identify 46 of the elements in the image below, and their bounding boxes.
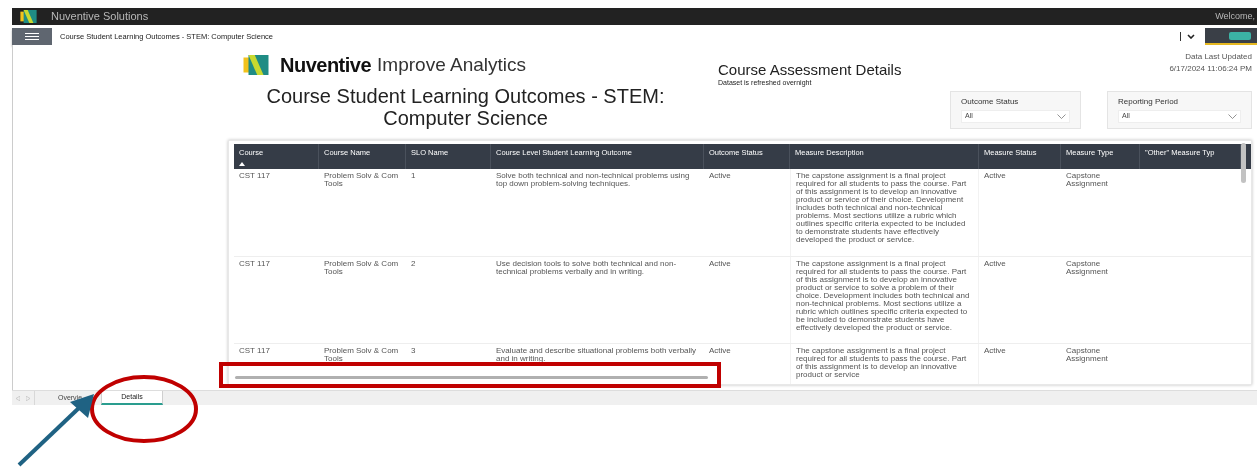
table-cell-text: Use decision tools to solve both technical and non-technical problems verbally and in writing. xyxy=(496,260,678,276)
table-cell-text: CST 117 xyxy=(239,347,271,355)
toolbar-button[interactable] xyxy=(1229,31,1251,40)
horizontal-scrollbar[interactable] xyxy=(235,376,708,379)
table-cell-text: Active xyxy=(709,260,732,268)
updated-value: 6/17/2024 11:06:24 PM xyxy=(1169,63,1252,75)
chevron-down-icon[interactable] xyxy=(1187,34,1195,39)
table-cell-text: The capstone assignment is a final project required for all students to pass the course. Part of this assignment is to develop an innovative product or service xyxy=(796,347,968,379)
table-cell-text: Active xyxy=(709,347,732,355)
table-cell-text: The capstone assignment is a final project required for all students to pass the course. Part of this assignment is to develop an innovative product or service to solve a problem of their choice. Development includes both technical and non-technical problems. Most sections utilize a rubric which outlines specific criteria expected to be included to demonstrate students have effectively developed the product or service. xyxy=(796,260,971,332)
filter-label: Reporting Period xyxy=(1118,95,1180,108)
table-cell-text: 3 xyxy=(411,347,417,355)
table-cell-text: 2 xyxy=(411,260,417,268)
table-cell-text: Capstone Assignment xyxy=(1066,260,1109,276)
report-title: Computer Science xyxy=(383,107,548,129)
table-cell-text: Solve both technical and non-technical problems using top down problem-solving techniques. xyxy=(496,172,691,188)
menu-button[interactable] xyxy=(12,28,52,45)
table-cell-text: 1 xyxy=(411,172,417,180)
vertical-scrollbar[interactable] xyxy=(1241,143,1246,183)
menu-icon xyxy=(25,33,39,40)
table-cell-text: Problem Solv & Com Tools xyxy=(324,172,400,188)
table-cell-text: Capstone Assignment xyxy=(1066,347,1109,363)
table-cell-text: The capstone assignment is a final project required for all students to pass the course. Part of this assignment is to develop an innovative product or service of their choice. Development includes both technical and non-technical problems. Most sections utilize a rubric which outlines specific criteria expected to be included to demonstrate students have effectively developed the product or service. xyxy=(796,172,968,244)
table-cell-text: Active xyxy=(984,172,1007,180)
chevron-down-icon xyxy=(1228,113,1237,119)
updated-label: Data Last Updated xyxy=(1185,51,1252,63)
table-cell-text: CST 117 xyxy=(239,260,271,268)
next-page-icon[interactable] xyxy=(26,395,30,401)
report-title: Course Student Learning Outcomes - STEM: xyxy=(266,85,665,107)
table-cell-text: Active xyxy=(984,347,1007,355)
chevron-down-icon xyxy=(1057,113,1066,119)
table-cell-text: Active xyxy=(709,172,732,180)
product-logo-text: Improve Analytics xyxy=(377,52,526,77)
section-title: Course Assessment Details xyxy=(718,62,902,78)
table-cell-text: CST 117 xyxy=(239,172,271,180)
table-cell-text: Problem Solv & Com Tools xyxy=(324,347,400,363)
filter-label: Outcome Status xyxy=(961,95,1020,108)
previous-page-icon[interactable] xyxy=(16,395,20,401)
table-cell-text: Evaluate and describe situational problems both verbally and in writing. xyxy=(496,347,698,363)
welcome-text: Welcome, xyxy=(1215,9,1255,23)
logo-icon xyxy=(20,10,37,23)
table-cell-text: Capstone Assignment xyxy=(1066,172,1109,188)
table-cell-text: Problem Solv & Com Tools xyxy=(324,260,400,276)
app-title: Nuventive Solutions xyxy=(51,9,149,25)
brand-logo-text: Nuventive xyxy=(280,53,372,78)
table-cell-text: Active xyxy=(984,260,1007,268)
